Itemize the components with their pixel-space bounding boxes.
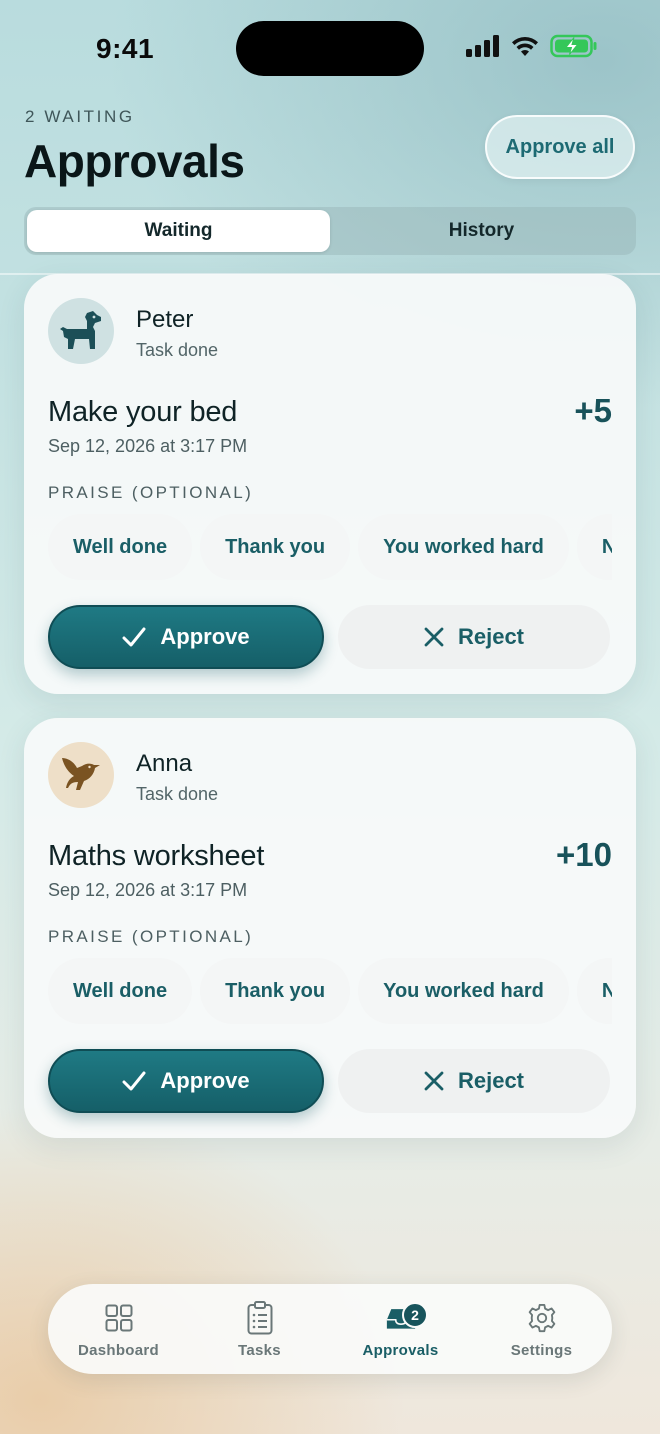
close-icon xyxy=(424,1071,444,1091)
tab-settings[interactable]: Settings xyxy=(471,1284,612,1374)
approve-button[interactable]: Approve xyxy=(48,1049,324,1113)
task-title: Make your bed xyxy=(48,396,238,428)
praise-chip-thank-you[interactable]: Thank you xyxy=(200,958,351,1024)
praise-chip-well-done[interactable]: Well done xyxy=(48,514,193,580)
praise-chip-you-worked-hard[interactable]: You worked hard xyxy=(358,514,569,580)
reject-button[interactable]: Reject xyxy=(338,1049,610,1113)
grid-icon xyxy=(105,1304,132,1332)
praise-chip-well-done[interactable]: Well done xyxy=(48,958,193,1024)
approve-button-label: Approve xyxy=(160,1068,250,1093)
bird-icon xyxy=(62,758,100,790)
approve-all-button[interactable]: Approve all xyxy=(485,115,635,179)
tab-label: Tasks xyxy=(238,1342,281,1359)
approval-card: Peter Task done Make your bed Sep 12, 20… xyxy=(24,274,636,694)
wifi-icon xyxy=(512,36,538,56)
approvals-header: 2 WAITING Approvals Approve all Waiting … xyxy=(0,96,660,276)
approval-card: Anna Task done Maths worksheet Sep 12, 2… xyxy=(24,718,636,1138)
praise-label: PRAISE (OPTIONAL) xyxy=(48,483,254,502)
child-name: Peter xyxy=(136,306,194,333)
approvals-badge: 2 xyxy=(402,1302,428,1328)
approve-button[interactable]: Approve xyxy=(48,605,324,669)
task-date: Sep 12, 2026 at 3:17 PM xyxy=(48,436,248,456)
tab-label: Dashboard xyxy=(77,1342,160,1359)
close-icon xyxy=(424,627,444,647)
tab-approvals[interactable]: 2 Approvals xyxy=(330,1284,471,1374)
battery-charging-icon xyxy=(550,34,597,58)
tab-label: Settings xyxy=(510,1342,573,1359)
tab-dashboard[interactable]: Dashboard xyxy=(48,1284,189,1374)
task-date: Sep 12, 2026 at 3:17 PM xyxy=(48,880,248,900)
praise-chips: Well done Thank you You worked hard N xyxy=(48,958,612,1024)
praise-chip-thank-you[interactable]: Thank you xyxy=(200,514,351,580)
child-status: Task done xyxy=(136,340,219,360)
task-title: Maths worksheet xyxy=(48,840,265,872)
tab-tasks[interactable]: Tasks xyxy=(189,1284,330,1374)
waiting-count: 2 WAITING xyxy=(25,107,135,126)
gear-icon xyxy=(528,1303,555,1333)
status-bar: 9:41 xyxy=(0,0,660,96)
child-status: Task done xyxy=(136,784,219,804)
page-title: Approvals xyxy=(24,135,245,187)
cellular-signal-icon xyxy=(466,35,499,57)
segment-history[interactable]: History xyxy=(330,210,633,252)
praise-label: PRAISE (OPTIONAL) xyxy=(48,927,254,946)
task-points: +10 xyxy=(556,836,612,873)
approve-button-label: Approve xyxy=(160,624,250,649)
avatar xyxy=(48,742,114,808)
tab-bar: Dashboard Tasks 2 Approvals Settings xyxy=(48,1284,612,1374)
avatar xyxy=(48,298,114,364)
reject-button-label: Reject xyxy=(457,1068,525,1093)
segment-waiting[interactable]: Waiting xyxy=(27,210,330,252)
praise-chip-you-worked-hard[interactable]: You worked hard xyxy=(358,958,569,1024)
praise-chips: Well done Thank you You worked hard N xyxy=(48,514,612,580)
praise-chip-more[interactable]: N xyxy=(576,958,612,1024)
segmented-control: Waiting History xyxy=(24,207,636,255)
checkmark-icon xyxy=(122,1071,146,1091)
status-icons xyxy=(466,34,598,58)
child-name: Anna xyxy=(136,750,193,777)
checkmark-icon xyxy=(122,627,146,647)
dog-icon xyxy=(60,311,101,349)
reject-button-label: Reject xyxy=(457,624,525,649)
task-points: +5 xyxy=(574,392,612,429)
praise-chip-more[interactable]: N xyxy=(576,514,612,580)
dynamic-island xyxy=(236,21,424,76)
clipboard-icon xyxy=(247,1301,272,1335)
tab-label: Approvals xyxy=(362,1342,439,1359)
reject-button[interactable]: Reject xyxy=(338,605,610,669)
status-time: 9:41 xyxy=(96,33,155,64)
